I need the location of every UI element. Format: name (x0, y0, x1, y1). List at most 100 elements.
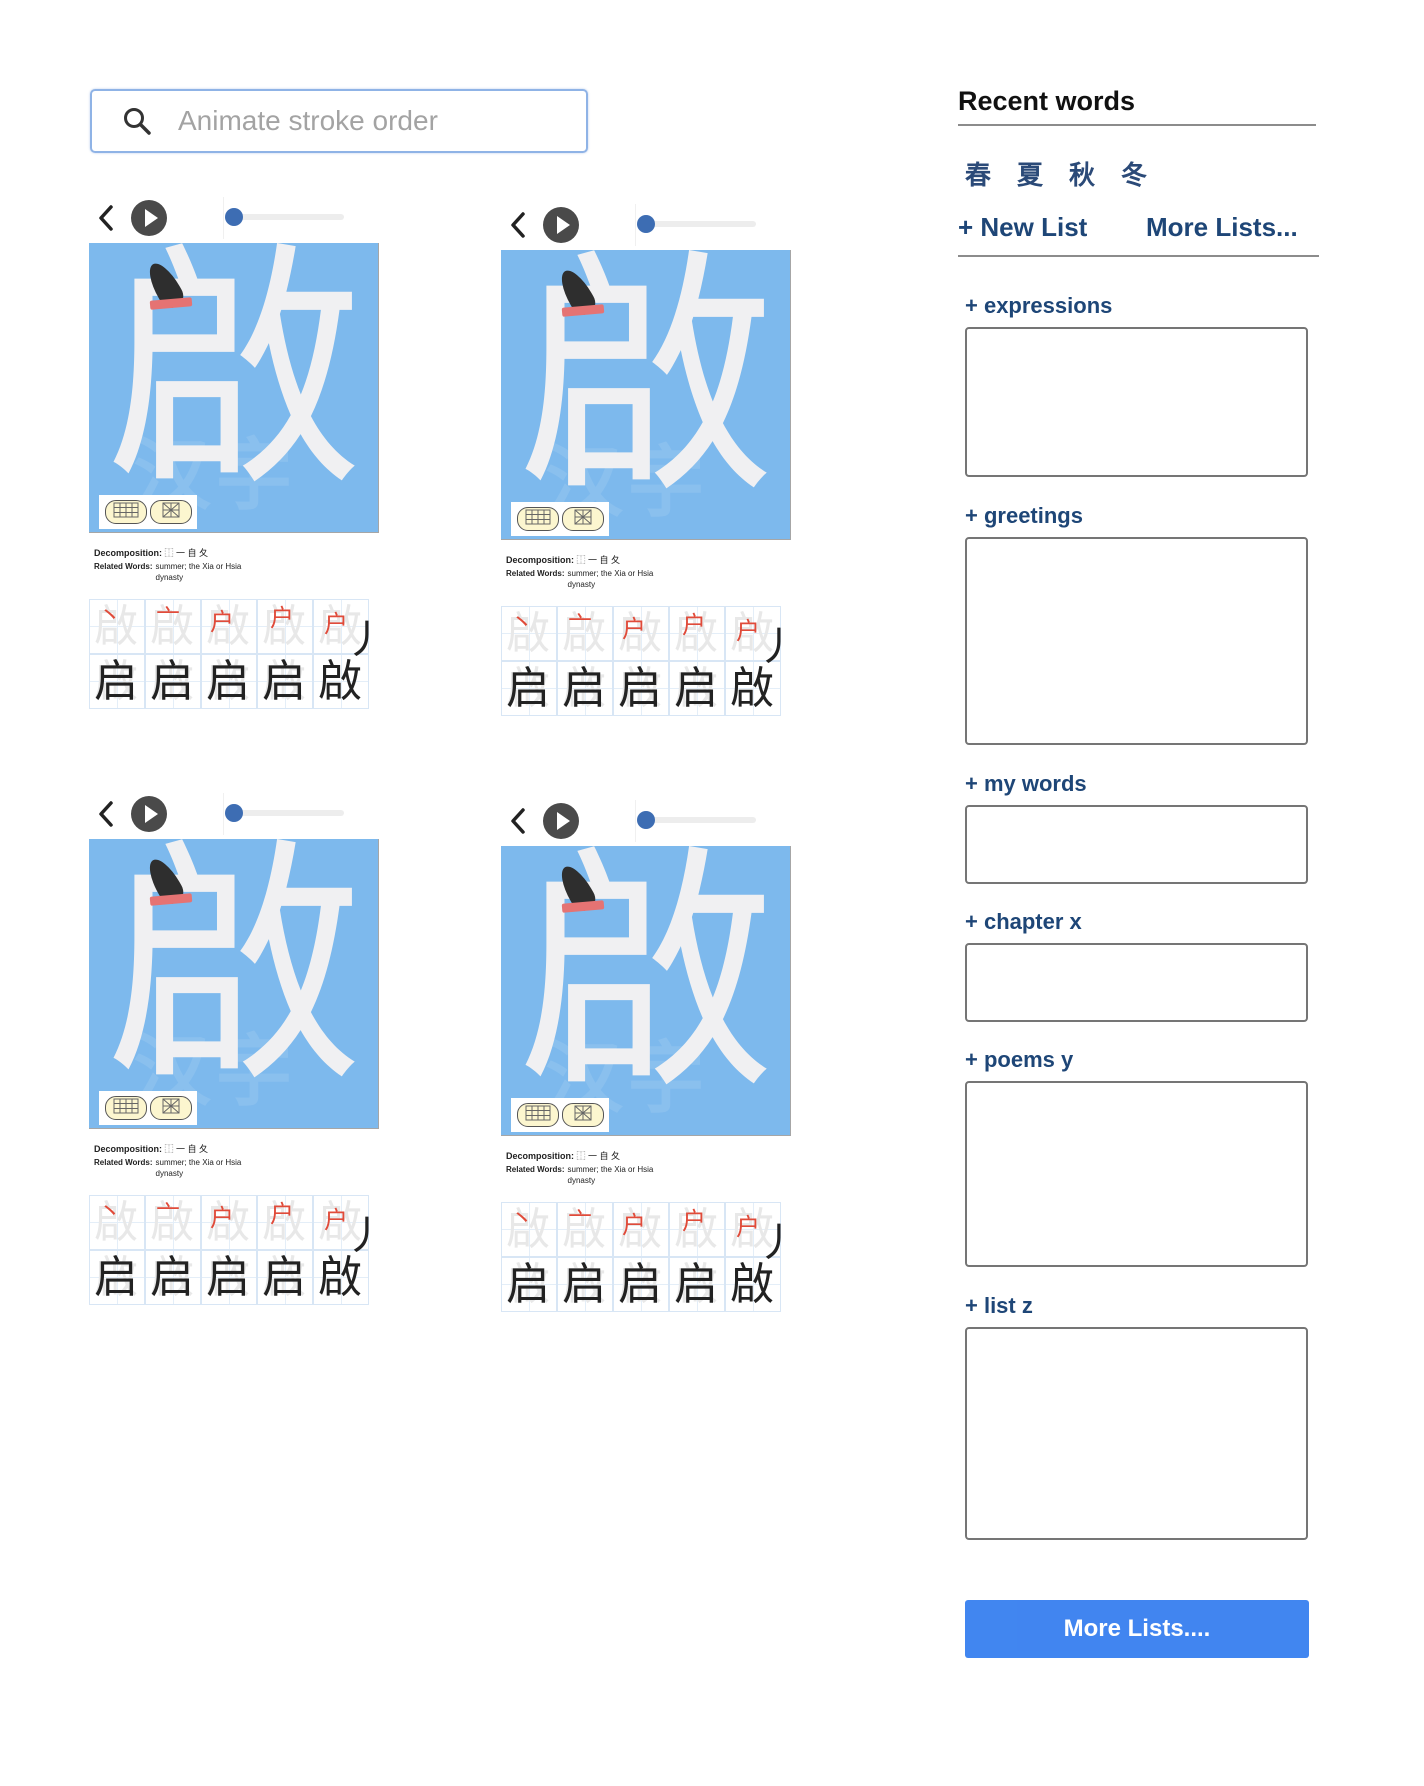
list-box-expressions[interactable] (965, 327, 1308, 477)
stroke-step-glyph: 亠 (156, 605, 180, 632)
stroke-step-cell: 啟 丶 (89, 1195, 145, 1250)
list-label-greetings[interactable]: + greetings (965, 503, 1083, 529)
stroke-step-cell: 啟 亠 (145, 599, 201, 654)
stroke-step-glyph: 启 (674, 1260, 718, 1309)
stroke-step-glyph: 啟 (730, 664, 774, 713)
play-button[interactable] (543, 803, 579, 839)
stroke-step-glyph: 户 (622, 616, 646, 643)
chevron-left-icon[interactable] (507, 806, 529, 836)
stroke-step-glyph: 启 (94, 657, 138, 706)
stroke-step-glyph: 启 (506, 664, 550, 713)
slider-thumb[interactable] (637, 215, 655, 233)
stroke-order-grid: 啟 丶 啟 亠 啟 户 啟 户 啟 户 啟 启 啟 启 啟 启 啟 启 啟 啟 (501, 1202, 791, 1312)
recent-word[interactable]: 夏 (1017, 155, 1043, 192)
stroke-step-cell: 啟 户 (257, 1195, 313, 1250)
stroke-order-card: 汉字屋 啟 Decomposition: ⿰ 一 自 夂 Related Wor… (89, 793, 379, 1305)
recent-word[interactable]: 春 (965, 155, 991, 192)
more-lists-button[interactable]: More Lists.... (965, 1600, 1309, 1658)
tian-grid-button[interactable] (516, 1103, 559, 1127)
mi-grid-button[interactable] (561, 507, 604, 531)
stroke-step-glyph: 丶 (98, 1199, 122, 1226)
stroke-step-cell: 啟 户 (201, 1195, 257, 1250)
list-box-list-z[interactable] (965, 1327, 1308, 1540)
stroke-step-glyph: 启 (262, 1253, 306, 1302)
stroke-step-cell: 啟 户 (257, 599, 313, 654)
stroke-step-glyph: 启 (618, 1260, 662, 1309)
slider-track (646, 817, 756, 823)
mi-grid-button[interactable] (561, 1103, 604, 1127)
tian-grid-button[interactable] (516, 507, 559, 531)
stroke-step-glyph: 户 (210, 1205, 234, 1232)
recent-word[interactable]: 冬 (1121, 155, 1147, 192)
progress-slider[interactable] (223, 793, 344, 835)
search-icon (124, 108, 151, 135)
search-bar[interactable] (90, 89, 588, 153)
play-button[interactable] (131, 796, 167, 832)
decomposition-value: ⿰ 一 自 夂 (576, 1151, 621, 1161)
stroke-step-cell: 啟 户 (669, 1202, 725, 1257)
play-button[interactable] (543, 207, 579, 243)
stroke-order-grid: 啟 丶 啟 亠 啟 户 啟 户 啟 户 啟 启 啟 启 啟 启 啟 启 啟 啟 (89, 1195, 379, 1305)
mi-grid-button[interactable] (149, 500, 192, 524)
list-box-poems-y[interactable] (965, 1081, 1308, 1267)
list-box-chapter-x[interactable] (965, 943, 1308, 1022)
tian-grid-button[interactable] (104, 500, 147, 524)
chevron-left-icon[interactable] (95, 799, 117, 829)
slider-thumb[interactable] (225, 804, 243, 822)
stroke-step-cell: 啟 户 (669, 606, 725, 661)
character-info: Decomposition: ⿰ 一 自 夂 Related Words: su… (89, 545, 379, 583)
stroke-step-glyph: 丶 (510, 610, 534, 637)
list-label-chapter-x[interactable]: + chapter x (965, 909, 1082, 935)
recent-word[interactable]: 秋 (1069, 155, 1095, 192)
chevron-left-icon[interactable] (507, 210, 529, 240)
related-words-value: summer; the Xia or Hsia dynasty (567, 569, 654, 589)
progress-slider[interactable] (635, 800, 756, 842)
stroke-step-overflow: 丿 (345, 618, 379, 662)
stroke-step-cell: 啟 启 (201, 654, 257, 709)
character-canvas: 汉字屋 啟 (501, 250, 791, 540)
character-info: Decomposition: ⿰ 一 自 夂 Related Words: su… (501, 552, 791, 590)
play-button[interactable] (131, 200, 167, 236)
stroke-step-cell: 啟 户 (613, 1202, 669, 1257)
grid-icon (113, 502, 139, 523)
list-label-expressions[interactable]: + expressions (965, 293, 1112, 319)
more-lists-link[interactable]: More Lists... (1146, 212, 1298, 243)
decomposition-label: Decomposition: (94, 1144, 163, 1154)
grid-toggle-group (511, 1098, 609, 1132)
stroke-step-glyph: 启 (206, 657, 250, 706)
stroke-step-glyph: 户 (622, 1212, 646, 1239)
stroke-step-cell: 啟 启 (145, 654, 201, 709)
stroke-step-cell: 啟 启 (669, 661, 725, 716)
progress-slider[interactable] (223, 197, 344, 239)
stroke-step-cell: 啟 丶 (501, 606, 557, 661)
list-box-greetings[interactable] (965, 537, 1308, 745)
stroke-step-cell: 啟 启 (613, 661, 669, 716)
list-label-poems-y[interactable]: + poems y (965, 1047, 1073, 1073)
stroke-step-overflow: 丿 (345, 1214, 379, 1258)
decomposition-label: Decomposition: (506, 1151, 575, 1161)
slider-thumb[interactable] (225, 208, 243, 226)
related-words-value: summer; the Xia or Hsia dynasty (155, 562, 242, 582)
new-list-link[interactable]: + New List (958, 212, 1087, 243)
divider (958, 255, 1319, 257)
decomposition-label: Decomposition: (94, 548, 163, 558)
grid-icon (525, 509, 551, 530)
list-box-my-words[interactable] (965, 805, 1308, 884)
grid-icon (113, 1098, 139, 1119)
stroke-step-glyph: 启 (562, 664, 606, 713)
progress-slider[interactable] (635, 204, 756, 246)
slider-thumb[interactable] (637, 811, 655, 829)
tian-grid-button[interactable] (104, 1096, 147, 1120)
recent-words-title: Recent words (958, 86, 1136, 116)
animated-character: 啟 (517, 846, 775, 1124)
stroke-step-glyph: 丶 (510, 1206, 534, 1233)
stroke-step-glyph: 启 (206, 1253, 250, 1302)
search-input[interactable] (176, 104, 560, 138)
list-label-list-z[interactable]: + list z (965, 1293, 1033, 1319)
chevron-left-icon[interactable] (95, 203, 117, 233)
stroke-step-cell: 啟 启 (501, 661, 557, 716)
mi-grid-button[interactable] (149, 1096, 192, 1120)
stroke-step-cell: 啟 启 (145, 1250, 201, 1305)
related-words-label: Related Words: (94, 562, 153, 571)
list-label-my-words[interactable]: + my words (965, 771, 1087, 797)
